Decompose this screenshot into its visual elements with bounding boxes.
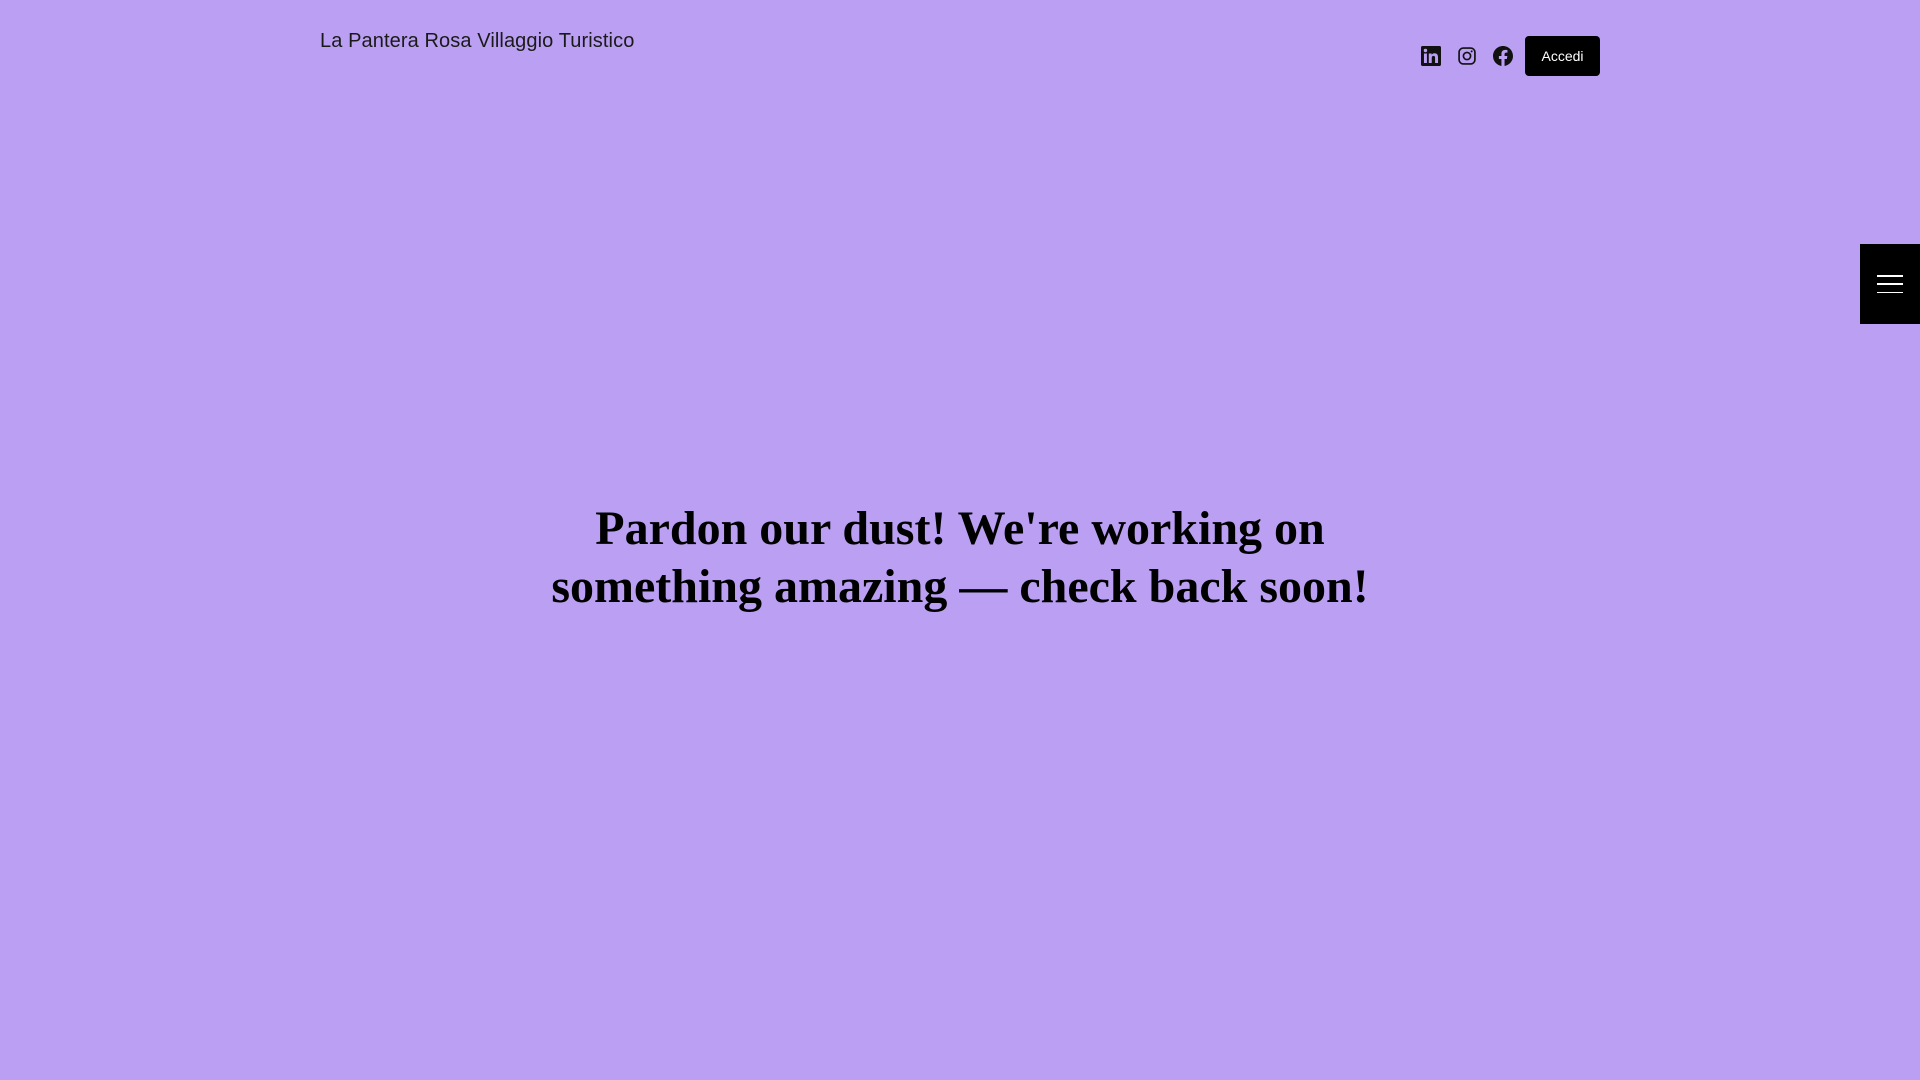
login-button[interactable]: Accedi <box>1525 36 1600 76</box>
hamburger-menu-icon <box>1877 275 1903 293</box>
hero-message: Pardon our dust! We're working on someth… <box>0 500 1920 616</box>
header-actions: Accedi <box>1413 36 1600 76</box>
page: La Pantera Rosa Villaggio Turistico Acce… <box>0 0 1920 1080</box>
hero-message-line-2: something amazing — check back soon! <box>551 560 1369 613</box>
hero-message-line-1: Pardon our dust! We're working on <box>595 502 1325 555</box>
side-menu-toggle[interactable] <box>1860 244 1920 324</box>
hamburger-line <box>1877 275 1903 277</box>
hamburger-line <box>1877 283 1903 285</box>
instagram-icon[interactable] <box>1449 36 1485 76</box>
hamburger-line <box>1877 291 1903 293</box>
linkedin-icon[interactable] <box>1413 36 1449 76</box>
site-title-link[interactable]: La Pantera Rosa Villaggio Turistico <box>320 28 634 54</box>
facebook-icon[interactable] <box>1485 36 1521 76</box>
